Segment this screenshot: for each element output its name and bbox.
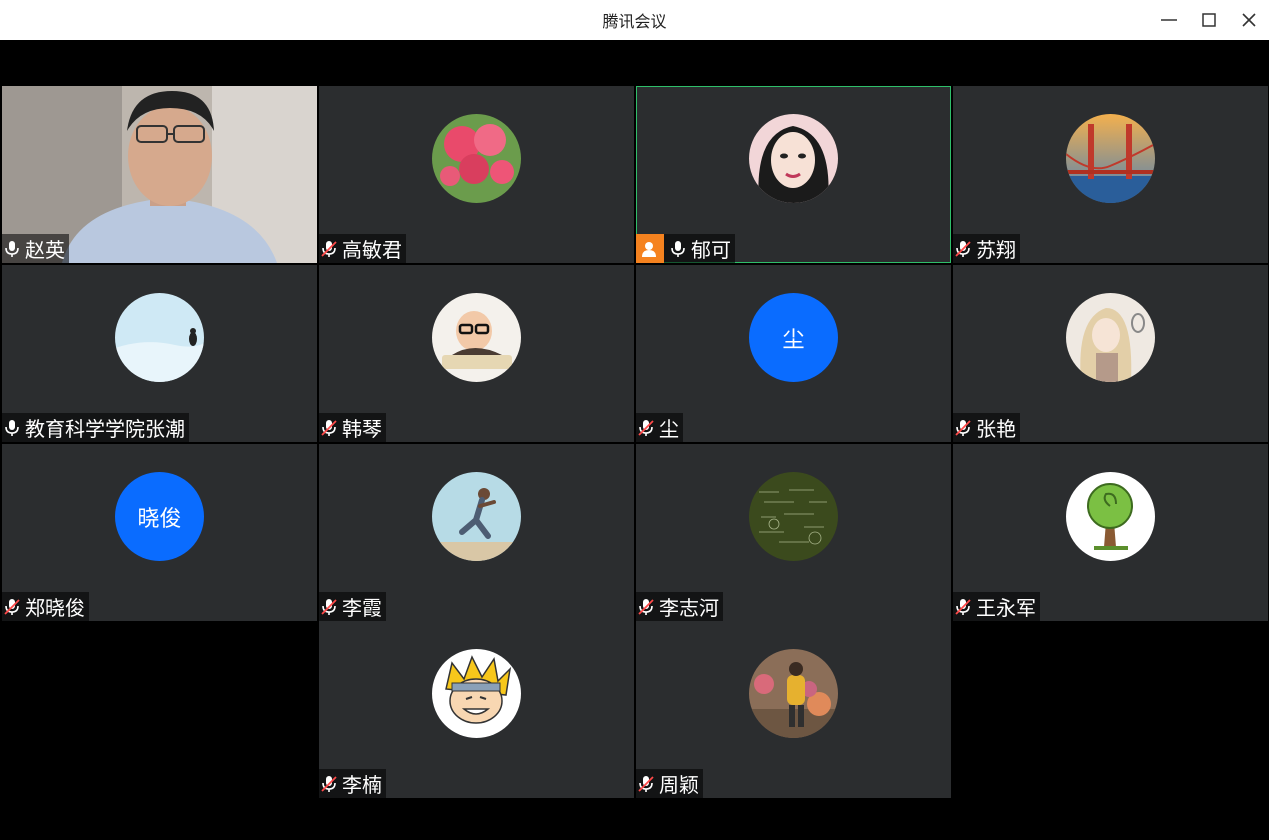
participant-tile[interactable]: 王永军 xyxy=(953,444,1268,621)
participant-name: 高敏君 xyxy=(342,238,402,262)
microphone-muted-icon xyxy=(321,239,339,259)
naruto-avatar xyxy=(432,649,521,738)
close-button[interactable] xyxy=(1229,0,1269,40)
participant-name-bar: 李霞 xyxy=(319,592,386,621)
tulip-avatar xyxy=(432,114,521,203)
participant-tile[interactable]: 赵英 xyxy=(2,86,317,263)
microphone-muted-icon xyxy=(4,597,22,617)
host-icon xyxy=(642,241,656,257)
participant-tile[interactable]: 韩琴 xyxy=(319,265,634,442)
participant-tile[interactable]: 苏翔 xyxy=(953,86,1268,263)
participant-name-bar: 苏翔 xyxy=(953,234,1020,263)
participant-name-bar: 教育科学学院张潮 xyxy=(2,413,189,442)
participant-tile[interactable]: 晓俊 郑晓俊 xyxy=(2,444,317,621)
microphone-muted-icon xyxy=(955,597,973,617)
participant-name: 韩琴 xyxy=(342,417,382,441)
participant-name: 尘 xyxy=(659,417,679,441)
microphone-muted-icon xyxy=(638,418,656,438)
participant-name-bar: 张艳 xyxy=(953,413,1020,442)
microphone-icon xyxy=(4,418,22,438)
microphone-muted-icon xyxy=(638,597,656,617)
participant-name-bar: 高敏君 xyxy=(319,234,406,263)
text-avatar: 尘 xyxy=(749,293,838,382)
participant-name-bar: 周颖 xyxy=(636,769,703,798)
tree-avatar xyxy=(1066,472,1155,561)
participant-name-bar: 李志河 xyxy=(636,592,723,621)
participant-name: 张艳 xyxy=(976,417,1016,441)
minimize-button[interactable] xyxy=(1149,0,1189,40)
microphone-muted-icon xyxy=(955,239,973,259)
participant-name: 苏翔 xyxy=(976,238,1016,262)
participant-name-bar: 韩琴 xyxy=(319,413,386,442)
participant-tile[interactable]: 尘 尘 xyxy=(636,265,951,442)
participant-name-bar: 王永军 xyxy=(953,592,1040,621)
participant-name-bar: 郁可 xyxy=(636,234,735,263)
participant-tile[interactable]: 李楠 xyxy=(319,621,634,798)
microphone-muted-icon xyxy=(955,418,973,438)
host-badge xyxy=(636,234,664,263)
text-avatar: 晓俊 xyxy=(115,472,204,561)
participant-name: 郑晓俊 xyxy=(25,596,85,620)
woman-portrait-avatar xyxy=(749,114,838,203)
participant-tile[interactable]: 李霞 xyxy=(319,444,634,621)
participant-tile-active[interactable]: 郁可 xyxy=(636,86,951,263)
participant-name: 李志河 xyxy=(659,596,719,620)
anime-girl-avatar xyxy=(1066,293,1155,382)
microphone-muted-icon xyxy=(321,774,339,794)
participant-tile[interactable]: 高敏君 xyxy=(319,86,634,263)
participant-name: 王永军 xyxy=(976,596,1036,620)
title-bar: 腾讯会议 xyxy=(0,0,1269,40)
microphone-icon xyxy=(670,239,688,259)
window-title: 腾讯会议 xyxy=(602,12,667,31)
participant-tile[interactable]: 教育科学学院张潮 xyxy=(2,265,317,442)
participant-name: 教育科学学院张潮 xyxy=(25,417,185,441)
microphone-muted-icon xyxy=(321,597,339,617)
participant-name-bar: 尘 xyxy=(636,413,683,442)
microphone-muted-icon xyxy=(321,418,339,438)
bridge-avatar xyxy=(1066,114,1155,203)
baby-avatar xyxy=(432,293,521,382)
window-controls xyxy=(1149,0,1269,40)
participant-name: 李楠 xyxy=(342,773,382,797)
microphone-muted-icon xyxy=(638,774,656,794)
flower-shop-avatar xyxy=(749,649,838,738)
video-grid: 赵英 高敏君 郁可 苏翔 教育科学学院张潮 韩琴 尘 尘 张艳 晓俊 郑晓俊 李… xyxy=(2,40,1269,840)
participant-name: 周颖 xyxy=(659,773,699,797)
participant-name-bar: 郑晓俊 xyxy=(2,592,89,621)
minimize-icon xyxy=(1161,19,1177,21)
participant-name-bar: 李楠 xyxy=(319,769,386,798)
maximize-button[interactable] xyxy=(1189,0,1229,40)
participant-tile[interactable]: 张艳 xyxy=(953,265,1268,442)
participant-name-bar: 赵英 xyxy=(2,234,69,263)
participant-tile[interactable]: 周颖 xyxy=(636,621,951,798)
participant-tile[interactable]: 李志河 xyxy=(636,444,951,621)
jumping-man-avatar xyxy=(432,472,521,561)
chalkboard-avatar xyxy=(749,472,838,561)
microphone-icon xyxy=(4,239,22,259)
participant-name: 赵英 xyxy=(25,238,65,262)
maximize-icon xyxy=(1202,13,1216,27)
participant-name: 李霞 xyxy=(342,596,382,620)
close-icon xyxy=(1242,13,1256,27)
participant-name: 郁可 xyxy=(691,238,731,262)
penguin-avatar xyxy=(115,293,204,382)
